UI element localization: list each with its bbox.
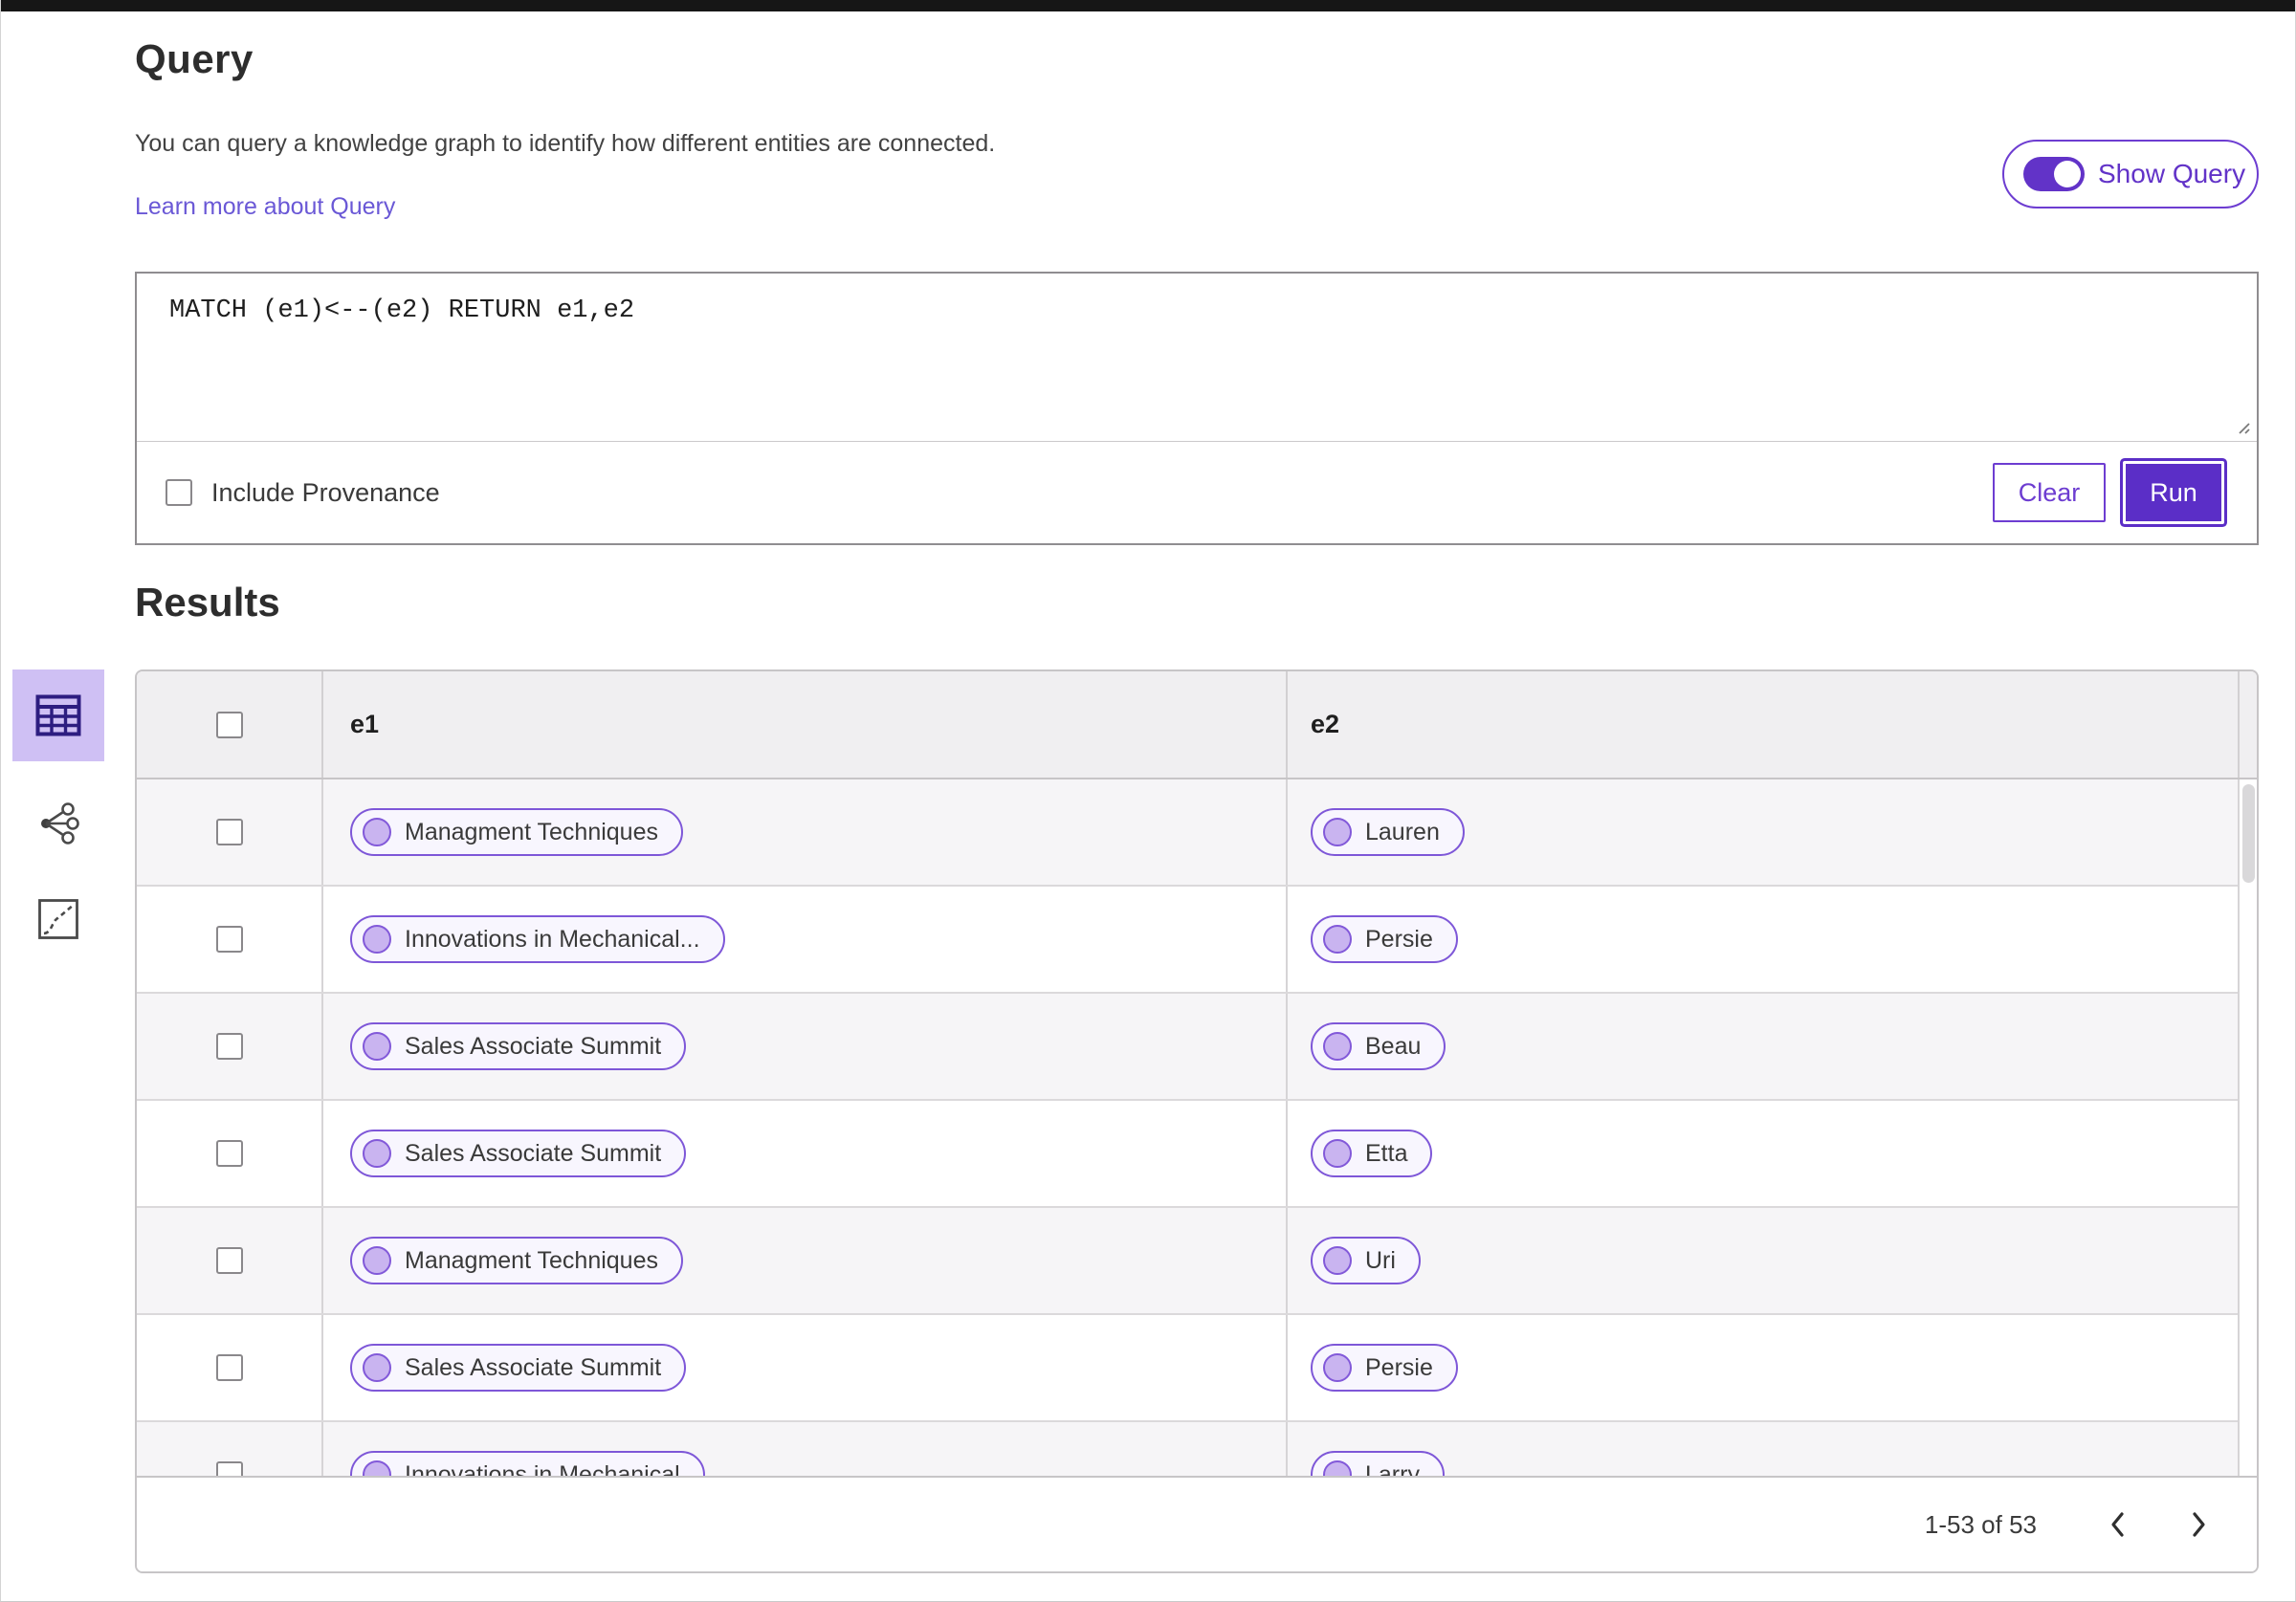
resize-handle-icon[interactable] — [2233, 417, 2252, 436]
entity-pill[interactable]: Managment Techniques — [350, 1237, 683, 1284]
row-checkbox[interactable] — [215, 1140, 243, 1167]
query-description: You can query a knowledge graph to ident… — [135, 130, 996, 157]
column-header-e1: e1 — [323, 671, 1288, 778]
graph-network-icon — [41, 802, 79, 845]
entity-pill[interactable]: Uri — [1311, 1237, 1421, 1284]
entity-pill[interactable]: Beau — [1311, 1022, 1446, 1070]
entity-pill[interactable]: Managment Techniques — [350, 808, 683, 856]
run-button[interactable]: Run — [2123, 461, 2224, 524]
include-provenance-label: Include Provenance — [211, 477, 440, 507]
window-top-bar — [1, 0, 2295, 11]
chart-box-icon — [38, 899, 78, 939]
show-query-toggle-button[interactable]: Show Query — [2002, 140, 2259, 208]
results-view-rail — [1, 669, 125, 953]
entity-node-icon — [1323, 1246, 1352, 1275]
row-checkbox[interactable] — [215, 1247, 243, 1274]
row-checkbox[interactable] — [215, 1354, 243, 1381]
entity-pill[interactable]: Innovations in Mechanical — [350, 1451, 705, 1476]
entity-node-icon — [363, 1246, 391, 1275]
entity-pill[interactable]: Etta — [1311, 1130, 1433, 1177]
toggle-switch-icon[interactable] — [2023, 157, 2085, 191]
query-page: Query You can query a knowledge graph to… — [0, 0, 2296, 1602]
entity-pill[interactable]: Persie — [1311, 1344, 1458, 1392]
table-body: Managment Techniques Lauren Innovations … — [137, 779, 2257, 1476]
next-page-button[interactable] — [2178, 1503, 2220, 1546]
table-row: Sales Associate Summit Etta — [137, 1101, 2257, 1208]
graph-view-button[interactable] — [12, 790, 104, 857]
query-editor-panel: MATCH (e1)<--(e2) RETURN e1,e2 Include P… — [135, 272, 2259, 545]
table-view-button[interactable] — [12, 669, 104, 761]
chart-view-button[interactable] — [12, 886, 104, 953]
entity-node-icon — [363, 818, 391, 846]
entity-node-icon — [1323, 1353, 1352, 1382]
clear-button[interactable]: Clear — [1993, 463, 2106, 522]
table-footer: 1-53 of 53 — [137, 1476, 2257, 1571]
entity-node-icon — [363, 1032, 391, 1061]
entity-node-icon — [363, 1139, 391, 1168]
query-actions: Clear Run — [1993, 461, 2228, 524]
entity-node-icon — [1323, 1460, 1352, 1476]
table-row: Innovations in Mechanical... Persie — [137, 887, 2257, 994]
results-title: Results — [135, 580, 280, 625]
entity-pill[interactable]: Innovations in Mechanical... — [350, 915, 725, 963]
table-icon — [35, 694, 81, 736]
results-table: e1 e2 Managment Techniques Lauren Innova… — [135, 669, 2259, 1573]
entity-node-icon — [363, 1353, 391, 1382]
entity-node-icon — [1323, 1032, 1352, 1061]
row-checkbox[interactable] — [215, 819, 243, 845]
toggle-knob — [2054, 161, 2081, 187]
query-input[interactable]: MATCH (e1)<--(e2) RETURN e1,e2 — [137, 274, 2257, 442]
show-query-label: Show Query — [2098, 159, 2246, 188]
column-header-e2: e2 — [1311, 710, 1340, 738]
page-title: Query — [135, 36, 254, 81]
query-footer: Include Provenance Clear Run — [137, 442, 2257, 543]
entity-node-icon — [363, 1460, 391, 1476]
query-text: MATCH (e1)<--(e2) RETURN e1,e2 — [169, 296, 635, 325]
header-checkbox-cell — [137, 671, 323, 778]
pagination-range: 1-53 of 53 — [1924, 1509, 2037, 1539]
include-provenance-option[interactable]: Include Provenance — [166, 478, 440, 508]
table-row: Managment Techniques Uri — [137, 1208, 2257, 1315]
table-header-row: e1 e2 — [137, 671, 2257, 779]
entity-node-icon — [1323, 925, 1352, 954]
row-checkbox[interactable] — [215, 1033, 243, 1060]
entity-node-icon — [1323, 1139, 1352, 1168]
scrollbar-thumb[interactable] — [2242, 784, 2255, 883]
entity-pill[interactable]: Persie — [1311, 915, 1458, 963]
entity-pill[interactable]: Sales Associate Summit — [350, 1130, 687, 1177]
entity-pill[interactable]: Lauren — [1311, 808, 1465, 856]
previous-page-button[interactable] — [2096, 1503, 2138, 1546]
select-all-checkbox[interactable] — [215, 711, 243, 738]
entity-pill[interactable]: Larry — [1311, 1451, 1445, 1476]
table-row: Managment Techniques Lauren — [137, 779, 2257, 887]
table-row: Sales Associate Summit Beau — [137, 994, 2257, 1101]
row-checkbox[interactable] — [215, 926, 243, 953]
table-row: Innovations in Mechanical Larry — [137, 1422, 2257, 1476]
entity-node-icon — [363, 925, 391, 954]
include-provenance-checkbox[interactable] — [166, 479, 192, 506]
chevron-right-icon — [2193, 1512, 2205, 1537]
row-checkbox[interactable] — [215, 1461, 243, 1476]
chevron-left-icon — [2111, 1512, 2124, 1537]
entity-pill[interactable]: Sales Associate Summit — [350, 1344, 687, 1392]
learn-more-link[interactable]: Learn more about Query — [135, 193, 395, 221]
entity-pill[interactable]: Sales Associate Summit — [350, 1022, 687, 1070]
header-scroll-spacer — [2238, 671, 2257, 778]
vertical-scrollbar[interactable] — [2238, 779, 2257, 1476]
table-row: Sales Associate Summit Persie — [137, 1315, 2257, 1422]
entity-node-icon — [1323, 818, 1352, 846]
